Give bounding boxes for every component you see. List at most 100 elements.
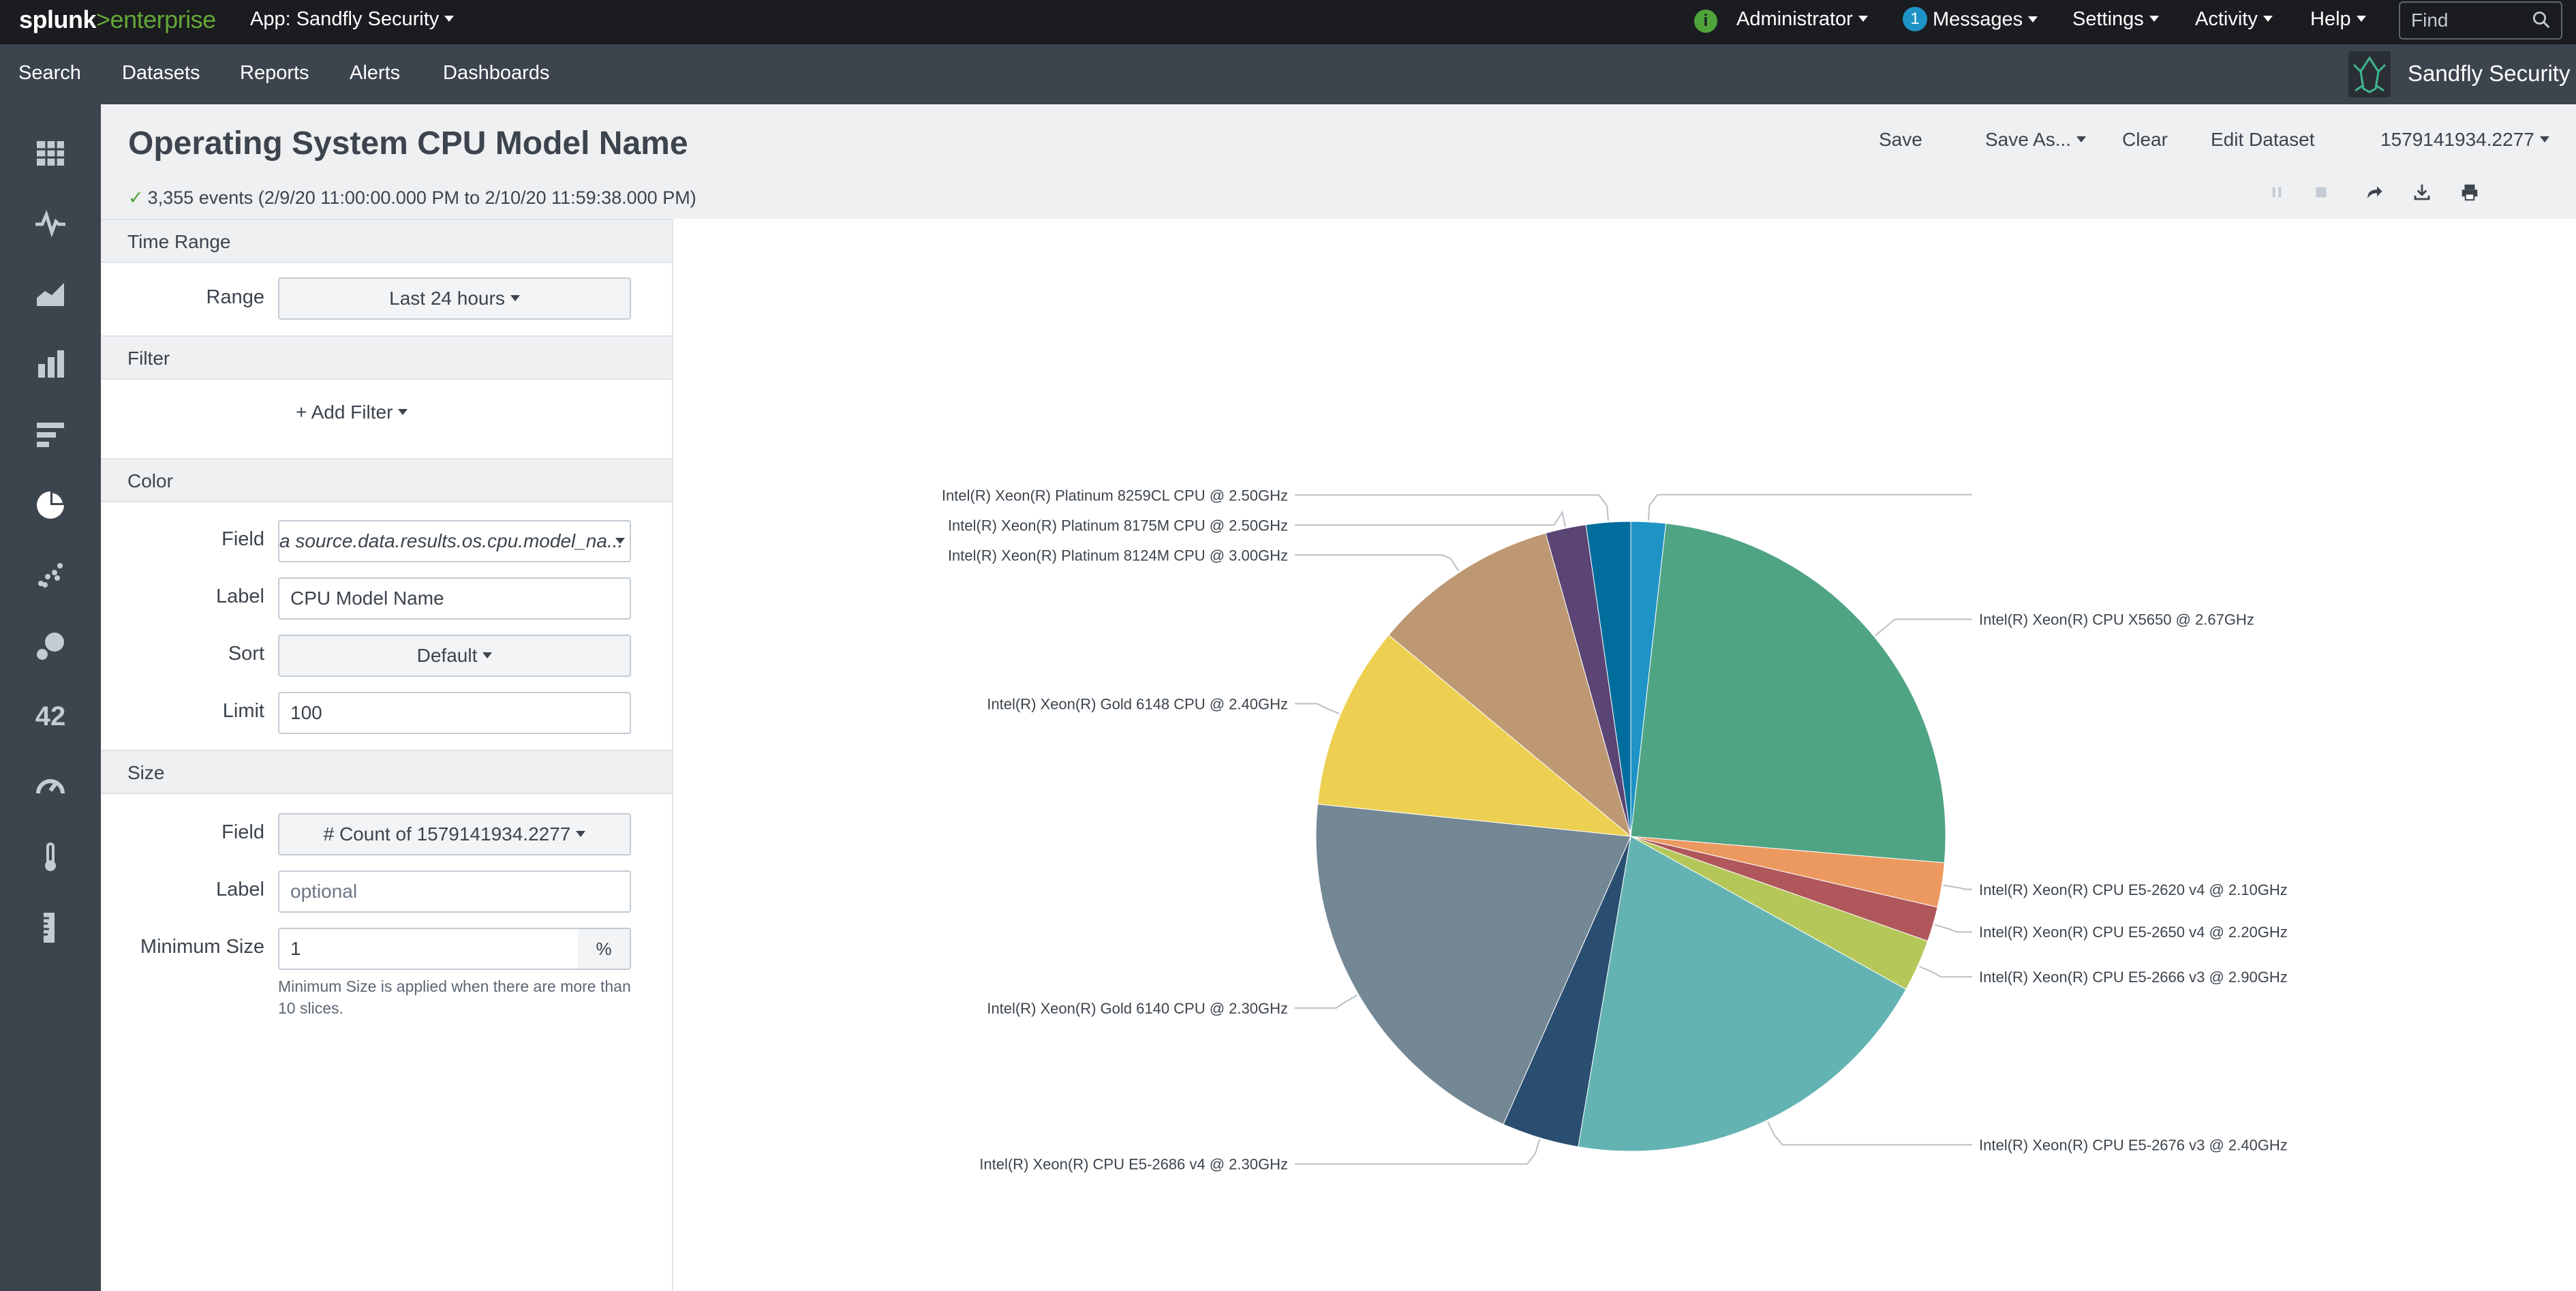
color-field-value: a source.data.results.os.cpu.model_na... [279,530,624,551]
activity-menu-label: Activity [2195,8,2258,30]
chevron-down-icon [510,295,520,302]
app-menu[interactable]: App: Sandfly Security [250,8,455,31]
pie-slice-label: Intel(R) Xeon(R) CPU X5650 @ 2.67GHz [1979,611,2254,628]
time-range-heading: Time Range [127,231,231,252]
stop-icon[interactable] [2311,182,2331,202]
check-icon: ✓ [128,187,144,208]
minimum-size-input[interactable]: 1 [278,928,579,970]
single-value-icon[interactable]: 42 [31,697,70,735]
sort-label: Sort [228,643,264,665]
range-dropdown[interactable]: Last 24 hours [278,277,631,320]
logo-text-chevron: > [96,5,110,33]
pie-slice-label: Intel(R) Xeon(R) CPU E5-2686 v4 @ 2.30GH… [979,1156,1288,1173]
pie-leader-line [1295,494,1609,521]
activity-menu[interactable]: Activity [2195,8,2273,31]
pie-leader-line [1767,1121,1972,1146]
dataset-menu[interactable]: 1579141934.2277 [2380,129,2549,151]
find-input[interactable]: Find [2399,1,2562,40]
color-field-label: Field [221,528,264,550]
logo-text-splunk: splunk [19,5,97,33]
size-heading: Size [127,762,165,783]
thermometer-icon[interactable] [31,838,70,877]
splunk-logo[interactable]: splunk>enterprise [19,5,216,34]
app-menu-label: App: Sandfly Security [250,8,440,30]
range-dropdown-value: Last 24 hours [389,288,505,309]
chevron-down-icon [2076,136,2087,143]
pie-leader-line [1918,965,1972,978]
print-icon[interactable] [2459,182,2480,202]
visualization-rail: 42 [0,104,101,1291]
edit-dataset-button[interactable]: Edit Dataset [2211,129,2315,151]
pie-slice-label: Intel(R) Xeon(R) Gold 6148 CPU @ 2.40GHz [987,695,1288,712]
help-menu-label: Help [2310,8,2351,30]
size-field-dropdown[interactable]: # Count of 1579141934.2277 [278,813,631,855]
sort-dropdown[interactable]: Default [278,635,631,677]
chevron-down-icon [615,538,625,544]
pulse-icon[interactable] [31,204,70,242]
clear-button[interactable]: Clear [2122,129,2168,151]
size-label-input[interactable]: optional [278,870,631,913]
ruler-icon[interactable] [31,909,70,947]
single-value-icon-text: 42 [35,701,66,731]
nav-dashboards[interactable]: Dashboards [443,62,549,85]
user-menu[interactable]: Administrator [1736,8,1868,31]
pie-slice-label: Intel(R) Xeon(R) CPU E5-2676 v3 @ 2.40GH… [1979,1136,2288,1153]
bubble-icon[interactable] [31,627,70,665]
save-as-button[interactable]: Save As... [1985,129,2087,151]
event-count-text: 3,355 events (2/9/20 11:00:00.000 PM to … [147,187,696,208]
nav-alerts[interactable]: Alerts [350,62,400,85]
nav-reports[interactable]: Reports [240,62,309,85]
add-filter-label: + Add Filter [296,401,393,423]
gauge-icon[interactable] [31,768,70,806]
add-filter-button[interactable]: + Add Filter [296,401,408,423]
horizontal-bar-icon[interactable] [31,416,70,454]
size-field-value: # Count of 1579141934.2277 [323,823,571,845]
pie-slice-label: Intel(R) Xeon(R) Platinum 8175M CPU @ 2.… [948,517,1288,534]
color-label-label: Label [216,586,264,607]
app-name: Sandfly Security [2408,61,2571,86]
color-field-dropdown[interactable]: a source.data.results.os.cpu.model_na... [278,520,631,562]
search-icon [2533,12,2550,29]
chevron-down-icon [1858,15,1868,22]
download-icon[interactable] [2412,182,2432,202]
pie-chart-area: Intel(R) Xeon(R) CPU X5650 @ 2.67GHz Inte… [675,219,2576,1291]
help-menu[interactable]: Help [2310,8,2366,31]
scatter-icon[interactable] [31,556,70,594]
logo-text-enterprise: enterprise [110,5,217,33]
settings-panel: Time Range Range Last 24 hours Filter + … [101,219,673,1291]
nav-datasets[interactable]: Datasets [122,62,200,85]
settings-menu[interactable]: Settings [2072,8,2159,31]
range-label: Range [206,286,264,308]
limit-input[interactable]: 100 [278,692,631,734]
area-chart-icon[interactable] [31,275,70,313]
limit-label: Limit [222,700,264,722]
event-count: ✓ 3,355 events (2/9/20 11:00:00.000 PM to… [128,187,696,209]
sandfly-logo-icon [2348,51,2391,97]
messages-menu[interactable]: 1 Messages [1903,7,2038,33]
nav-search[interactable]: Search [18,62,81,85]
table-icon[interactable] [31,134,70,172]
color-section-header: Color [101,458,672,502]
pie-leader-line [1874,618,1972,637]
color-label-input[interactable]: CPU Model Name [278,577,631,620]
share-icon[interactable] [2363,182,2384,202]
chevron-down-icon [2149,15,2159,22]
chevron-down-icon [398,409,408,416]
filter-heading: Filter [127,348,170,369]
pie-slice-intel-r-xeon-r-cpu-x5650-2-67ghz[interactable] [1630,523,1946,864]
pie-slice-label: Intel(R) Xeon(R) CPU E5-2650 v4 @ 2.20GH… [1979,924,2288,941]
pie-slice-label: Intel(R) Xeon(R) CPU E5-2620 v4 @ 2.10GH… [1979,881,2288,898]
pie-slice-label: Intel(R) Xeon(R) Platinum 8124M CPU @ 3.… [948,547,1288,564]
time-range-section-header: Time Range [101,219,672,263]
pie-leader-line [1295,1139,1541,1165]
pie-chart-icon[interactable] [31,486,70,524]
bar-chart-icon[interactable] [31,345,70,383]
messages-count-badge: 1 [1903,7,1927,31]
info-icon[interactable]: i [1694,10,1717,33]
pie-leader-line [1295,994,1358,1009]
pause-icon[interactable] [2267,182,2287,202]
pie-slice-label: Intel(R) Xeon(R) Platinum 8259CL CPU @ 2… [942,487,1288,504]
dataset-menu-label: 1579141934.2277 [2380,129,2534,150]
pie-slice-label: Intel(R) Xeon(R) CPU E5-2666 v3 @ 2.90GH… [1979,969,2288,986]
save-button[interactable]: Save [1879,129,1922,151]
